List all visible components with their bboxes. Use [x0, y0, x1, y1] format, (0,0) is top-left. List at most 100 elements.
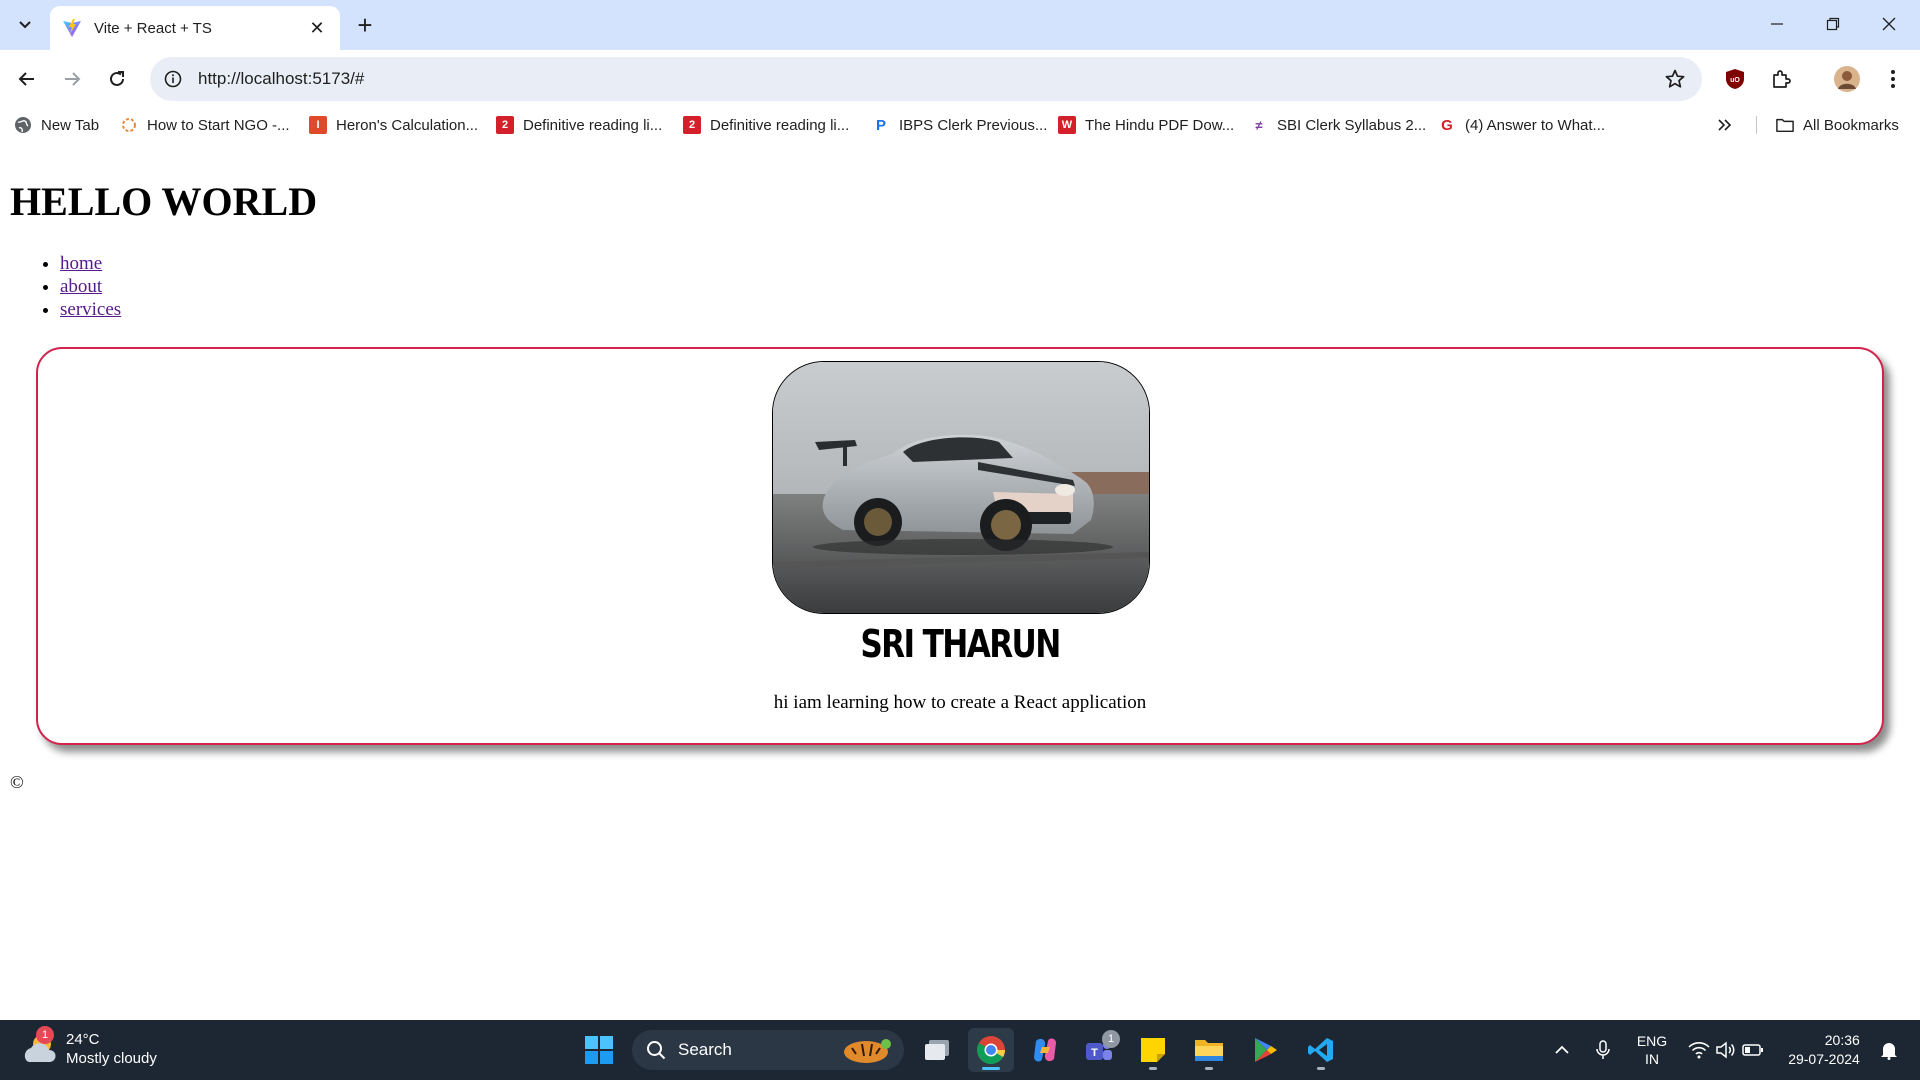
bookmark-label: IBPS Clerk Previous... [899, 116, 1048, 134]
taskbar-play-store[interactable] [1242, 1028, 1288, 1072]
show-hidden-icons-button[interactable] [1548, 1020, 1576, 1080]
all-bookmarks-button[interactable]: All Bookmarks [1776, 113, 1899, 137]
site-info-button[interactable] [156, 62, 190, 96]
reload-icon [110, 71, 124, 86]
nav-link-services[interactable]: services [60, 299, 121, 320]
taskbar-chrome[interactable] [968, 1028, 1014, 1072]
hindu-icon: W [1058, 116, 1076, 134]
back-arrow-icon [18, 72, 34, 86]
bookmark-ibps[interactable]: P IBPS Clerk Previous... [872, 113, 1047, 137]
microphone-button[interactable] [1590, 1020, 1616, 1080]
svg-text:uO: uO [1730, 77, 1740, 84]
sports-car-photo [773, 362, 1149, 613]
quora-icon: G [1441, 116, 1453, 134]
taskbar-teams[interactable]: T 1 [1076, 1028, 1122, 1072]
puzzle-icon [1773, 70, 1791, 88]
nav-link-about[interactable]: about [60, 276, 102, 297]
nav-item-about: about [60, 275, 121, 298]
minimize-icon [1771, 23, 1783, 25]
profile-card: SRI THARUN hi iam learning how to create… [36, 347, 1884, 745]
weather-temp: 24°C [66, 1031, 100, 1048]
nav-item-home: home [60, 252, 121, 275]
bookmark-hindu[interactable]: W The Hindu PDF Dow... [1058, 113, 1234, 137]
info-icon [164, 70, 182, 88]
more-bookmarks-button[interactable] [1718, 113, 1732, 137]
taskbar-vscode[interactable] [1298, 1028, 1344, 1072]
bookmark-label: SBI Clerk Syllabus 2... [1277, 116, 1427, 134]
task-view-icon [925, 1040, 949, 1060]
cloudy-weather-icon: 1 [20, 1026, 58, 1068]
microphone-icon [1596, 1040, 1610, 1059]
profile-button[interactable] [1830, 62, 1864, 96]
forward-button[interactable] [55, 62, 89, 96]
taskbar-search[interactable]: Search [632, 1030, 904, 1070]
weather-widget[interactable]: 1 24°C Mostly cloudy [20, 1026, 157, 1068]
reload-button[interactable] [100, 62, 134, 96]
footer-copyright: © [10, 772, 24, 792]
wifi-icon [1688, 1042, 1710, 1059]
ibps-icon: P [875, 116, 886, 134]
battery-icon [1742, 1044, 1763, 1056]
bookmark-new-tab[interactable]: New Tab [14, 113, 99, 137]
tab-close-button[interactable]: ✕ [306, 17, 328, 39]
windows-logo-icon [585, 1036, 613, 1064]
bookmark-sbi[interactable]: ≠ SBI Clerk Syllabus 2... [1250, 113, 1426, 137]
restore-button[interactable] [1810, 8, 1856, 40]
ublock-icon: uO [1726, 69, 1744, 89]
chrome-menu-button[interactable] [1876, 62, 1910, 96]
browser-tab[interactable]: Vite + React + TS ✕ [50, 6, 340, 50]
teams-badge: 1 [1102, 1030, 1120, 1048]
task-view-button[interactable] [914, 1028, 960, 1072]
nav-link-home[interactable]: home [60, 253, 102, 274]
ublock-extension-button[interactable]: uO [1718, 62, 1752, 96]
start-button[interactable] [576, 1028, 622, 1072]
volume-icon [1716, 1041, 1735, 1059]
taskbar-file-explorer[interactable] [1186, 1028, 1232, 1072]
quick-settings-button[interactable] [1684, 1020, 1768, 1080]
clock-date: 29-07-2024 [1788, 1051, 1860, 1067]
taskbar-copilot[interactable] [1022, 1028, 1068, 1072]
browser-toolbar: http://localhost:5173/# uO [0, 50, 1920, 108]
bookmark-heron[interactable]: I Heron's Calculation... [309, 113, 478, 137]
bookmark-reading-1[interactable]: 2 Definitive reading li... [496, 113, 662, 137]
chevron-up-icon [1555, 1045, 1569, 1054]
clock-button[interactable]: 20:36 29-07-2024 [1776, 1020, 1872, 1080]
all-bookmarks-label: All Bookmarks [1803, 116, 1899, 134]
tab-search-button[interactable] [10, 10, 40, 40]
running-indicator [1317, 1067, 1325, 1070]
bell-icon [1881, 1043, 1897, 1060]
bookmark-quora[interactable]: G (4) Answer to What... [1438, 113, 1605, 137]
ngo-icon [120, 116, 138, 134]
sticky-notes-icon [1141, 1038, 1165, 1062]
language-line-1: ENG [1636, 1033, 1668, 1049]
url-text[interactable]: http://localhost:5173/# [198, 69, 1658, 89]
bookmark-ngo[interactable]: How to Start NGO -... [120, 113, 290, 137]
more-vertical-icon [1891, 70, 1895, 88]
bookmark-star-button[interactable] [1658, 62, 1692, 96]
taskbar-sticky-notes[interactable] [1130, 1028, 1176, 1072]
bookmark-reading-2[interactable]: 2 Definitive reading li... [683, 113, 849, 137]
sbi-icon: ≠ [1255, 117, 1263, 133]
reading-icon: 2 [683, 116, 701, 134]
back-button[interactable] [10, 62, 44, 96]
profile-name: SRI THARUN [860, 622, 1061, 666]
minimize-button[interactable] [1754, 8, 1800, 40]
bookmark-label: Definitive reading li... [523, 116, 663, 134]
language-line-2: IN [1645, 1051, 1659, 1067]
running-indicator [1205, 1067, 1213, 1070]
weather-condition: Mostly cloudy [66, 1050, 157, 1067]
svg-text:T: T [1091, 1047, 1098, 1059]
new-tab-button[interactable]: + [350, 10, 380, 40]
bookmark-label: Heron's Calculation... [336, 116, 479, 134]
notifications-button[interactable] [1874, 1020, 1904, 1080]
language-indicator[interactable]: ENG IN [1628, 1020, 1676, 1080]
chevron-down-icon [19, 21, 31, 29]
extensions-button[interactable] [1764, 62, 1798, 96]
tiger-highlight-icon [844, 1039, 891, 1063]
nav-list: home about services [40, 252, 121, 321]
bookmark-label: New Tab [41, 116, 100, 134]
address-bar[interactable]: http://localhost:5173/# [150, 57, 1702, 101]
bookmark-label: (4) Answer to What... [1465, 116, 1606, 134]
close-window-button[interactable] [1866, 8, 1912, 40]
vite-icon [63, 19, 81, 37]
